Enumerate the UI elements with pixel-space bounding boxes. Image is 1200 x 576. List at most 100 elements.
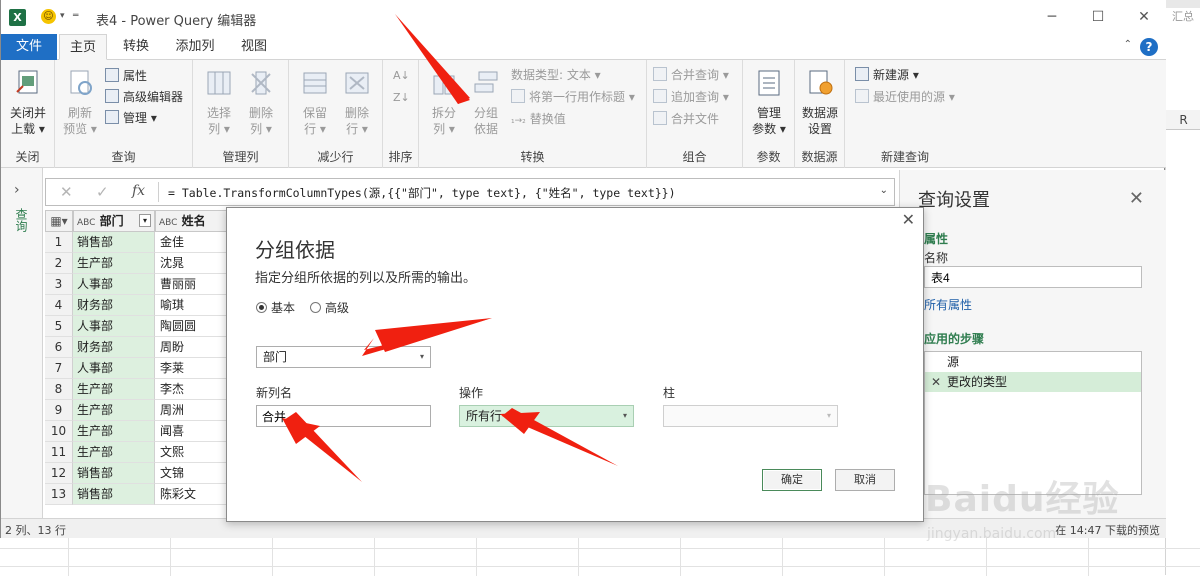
- expand-formula-icon[interactable]: ⌄: [880, 185, 888, 196]
- row-index[interactable]: 12: [45, 463, 73, 484]
- tab-file[interactable]: 文件: [1, 34, 57, 60]
- cancel-formula-icon[interactable]: ✕: [60, 183, 73, 201]
- table-row[interactable]: 1 销售部 金佳: [45, 232, 235, 253]
- tab-add-column[interactable]: 添加列: [169, 34, 221, 60]
- cell-name[interactable]: 李莱: [155, 358, 235, 379]
- table-row[interactable]: 3 人事部 曹丽丽: [45, 274, 235, 295]
- cell-name[interactable]: 陶圆圆: [155, 316, 235, 337]
- confirm-formula-icon[interactable]: ✓: [96, 183, 109, 201]
- group-by-button[interactable]: 分组 依据: [467, 68, 505, 137]
- row-index[interactable]: 11: [45, 442, 73, 463]
- cell-dept[interactable]: 生产部: [73, 379, 155, 400]
- ribbon-collapse-icon[interactable]: ⌃: [1124, 39, 1132, 50]
- table-row[interactable]: 11 生产部 文熙: [45, 442, 235, 463]
- append-queries-button[interactable]: 追加查询 ▾: [653, 87, 729, 107]
- manage-button[interactable]: 管理 ▾: [105, 108, 157, 128]
- new-column-name-input[interactable]: [256, 405, 431, 427]
- table-row[interactable]: 13 销售部 陈彩文: [45, 484, 235, 505]
- cell-name[interactable]: 陈彩文: [155, 484, 235, 505]
- queries-pane-label[interactable]: 查询: [13, 208, 30, 232]
- row-index[interactable]: 10: [45, 421, 73, 442]
- table-row[interactable]: 5 人事部 陶圆圆: [45, 316, 235, 337]
- row-index[interactable]: 5: [45, 316, 73, 337]
- advanced-editor-button[interactable]: 高级编辑器: [105, 87, 183, 107]
- cell-dept[interactable]: 生产部: [73, 421, 155, 442]
- replace-values-button[interactable]: ₁→₂ 替换值: [511, 109, 566, 129]
- cell-dept[interactable]: 销售部: [73, 463, 155, 484]
- table-row[interactable]: 4 财务部 喻琪: [45, 295, 235, 316]
- manage-parameters-button[interactable]: 管理 参数 ▾: [747, 68, 791, 137]
- remove-rows-button[interactable]: 删除 行 ▾: [337, 68, 377, 137]
- maximize-button[interactable]: ☐: [1086, 6, 1110, 28]
- cell-dept[interactable]: 财务部: [73, 295, 155, 316]
- row-index[interactable]: 8: [45, 379, 73, 400]
- keep-rows-button[interactable]: 保留 行 ▾: [295, 68, 335, 137]
- cell-dept[interactable]: 人事部: [73, 358, 155, 379]
- cell-name[interactable]: 李杰: [155, 379, 235, 400]
- sort-descending-icon[interactable]: Z↓: [393, 88, 410, 108]
- tab-home[interactable]: 主页: [59, 34, 107, 60]
- recent-sources-button[interactable]: 最近使用的源 ▾: [855, 87, 955, 107]
- row-index[interactable]: 9: [45, 400, 73, 421]
- tab-transform[interactable]: 转换: [113, 34, 159, 60]
- filter-dropdown-icon[interactable]: ▾: [139, 214, 151, 227]
- sort-ascending-icon[interactable]: A↓: [393, 66, 410, 86]
- column-header-name[interactable]: ABC 姓名: [155, 210, 235, 232]
- row-index[interactable]: 3: [45, 274, 73, 295]
- close-dialog-icon[interactable]: ✕: [902, 210, 915, 229]
- cell-dept[interactable]: 人事部: [73, 316, 155, 337]
- cell-dept[interactable]: 生产部: [73, 253, 155, 274]
- cell-dept[interactable]: 财务部: [73, 337, 155, 358]
- row-index[interactable]: 4: [45, 295, 73, 316]
- split-column-button[interactable]: 拆分 列 ▾: [425, 68, 463, 137]
- step-source[interactable]: 源: [925, 352, 1141, 372]
- row-index[interactable]: 6: [45, 337, 73, 358]
- merge-queries-button[interactable]: 合并查询 ▾: [653, 65, 729, 85]
- aggregate-column-select[interactable]: ▾: [663, 405, 838, 427]
- ok-button[interactable]: 确定: [762, 469, 822, 491]
- operation-select[interactable]: 所有行 ▾: [459, 405, 634, 427]
- cell-name[interactable]: 喻琪: [155, 295, 235, 316]
- row-index[interactable]: 7: [45, 358, 73, 379]
- use-first-row-headers-button[interactable]: 将第一行用作标题 ▾: [511, 87, 635, 107]
- cell-name[interactable]: 文锦: [155, 463, 235, 484]
- cell-name[interactable]: 周盼: [155, 337, 235, 358]
- expand-queries-icon[interactable]: ›: [14, 182, 20, 198]
- row-index[interactable]: 2: [45, 253, 73, 274]
- close-settings-icon[interactable]: ✕: [1129, 188, 1144, 209]
- text-type-icon[interactable]: ABC: [159, 218, 177, 228]
- close-window-button[interactable]: ✕: [1132, 6, 1156, 28]
- combine-files-button[interactable]: 合并文件: [653, 109, 719, 129]
- all-properties-link[interactable]: 所有属性: [924, 296, 972, 313]
- choose-columns-button[interactable]: 选择 列 ▾: [199, 68, 239, 137]
- column-header-dept[interactable]: ABC 部门 ▾: [73, 210, 155, 232]
- row-index[interactable]: 13: [45, 484, 73, 505]
- row-index[interactable]: 1: [45, 232, 73, 253]
- query-name-input[interactable]: [924, 266, 1142, 288]
- table-select-icon[interactable]: ▦▾: [45, 210, 73, 232]
- table-row[interactable]: 8 生产部 李杰: [45, 379, 235, 400]
- minimize-button[interactable]: ─: [1040, 6, 1064, 28]
- data-type-dropdown[interactable]: 数据类型: 文本 ▾: [511, 65, 601, 85]
- table-row[interactable]: 7 人事部 李莱: [45, 358, 235, 379]
- cell-name[interactable]: 曹丽丽: [155, 274, 235, 295]
- cell-dept[interactable]: 生产部: [73, 400, 155, 421]
- data-source-settings-button[interactable]: 数据源 设置: [798, 68, 842, 137]
- step-changed-type[interactable]: ✕ 更改的类型: [925, 372, 1141, 392]
- tab-view[interactable]: 视图: [233, 34, 275, 60]
- close-and-load-button[interactable]: 关闭并 上载 ▾: [5, 68, 51, 137]
- delete-step-icon[interactable]: ✕: [931, 372, 941, 392]
- help-icon[interactable]: ?: [1140, 38, 1158, 56]
- cell-name[interactable]: 闻喜: [155, 421, 235, 442]
- cell-name[interactable]: 周洲: [155, 400, 235, 421]
- radio-advanced[interactable]: 高级: [310, 299, 349, 316]
- table-row[interactable]: 12 销售部 文锦: [45, 463, 235, 484]
- dropdown-arrow-icon[interactable]: ▾: [60, 11, 65, 21]
- cell-dept[interactable]: 生产部: [73, 442, 155, 463]
- new-source-button[interactable]: 新建源 ▾: [855, 65, 919, 85]
- formula-text[interactable]: = Table.TransformColumnTypes(源,{{"部门", t…: [168, 185, 676, 201]
- table-row[interactable]: 6 财务部 周盼: [45, 337, 235, 358]
- cell-name[interactable]: 文熙: [155, 442, 235, 463]
- group-column-select[interactable]: 部门 ▾: [256, 346, 431, 368]
- table-row[interactable]: 2 生产部 沈晁: [45, 253, 235, 274]
